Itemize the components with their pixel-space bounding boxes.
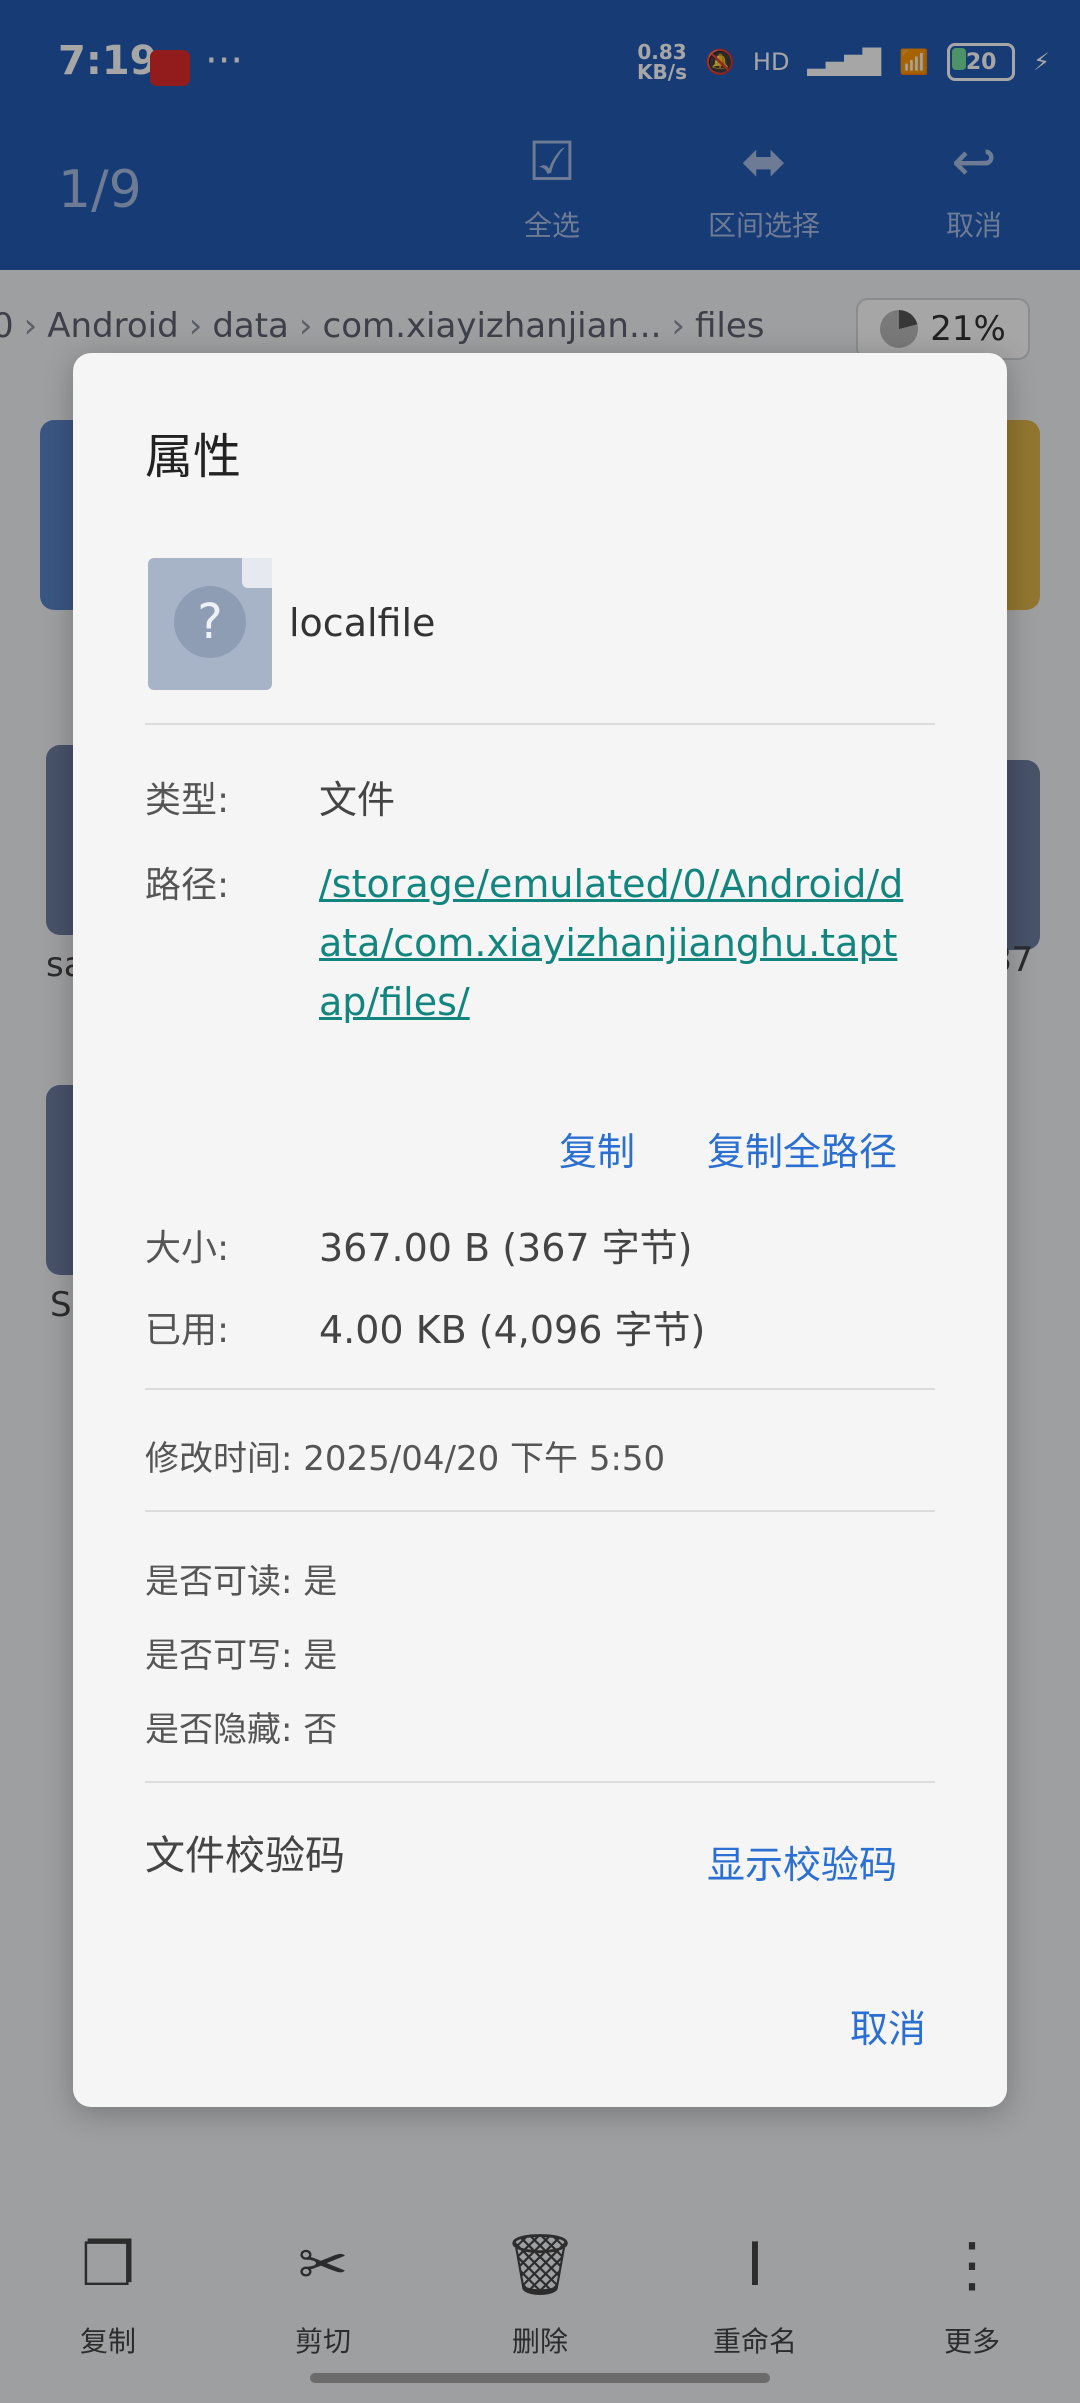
file-name: localfile (289, 601, 436, 645)
used-value: 4.00 KB (4,096 字节) (319, 1308, 706, 1352)
show-checksum-button[interactable]: 显示校验码 (707, 1834, 897, 1889)
readable-status: 是否可读: 是 (145, 1562, 338, 1602)
divider (145, 723, 935, 725)
copy-path-button[interactable]: 复制 (559, 1121, 635, 1176)
divider (145, 1781, 935, 1783)
copy-full-path-button[interactable]: 复制全路径 (707, 1121, 897, 1176)
dialog-title: 属性 (145, 429, 242, 485)
unknown-file-icon: ? (148, 558, 272, 690)
path-label: 路径: (145, 865, 230, 906)
type-label: 类型: (145, 780, 230, 821)
modified-time: 修改时间: 2025/04/20 下午 5:50 (145, 1439, 666, 1479)
hidden-status: 是否隐藏: 否 (145, 1710, 338, 1750)
divider (145, 1510, 935, 1512)
path-link[interactable]: /storage/emulated/0/Android/data/com.xia… (319, 855, 919, 1032)
type-value: 文件 (319, 778, 396, 822)
writable-status: 是否可写: 是 (145, 1636, 338, 1676)
question-mark-icon: ? (174, 586, 246, 658)
dialog-cancel-button[interactable]: 取消 (850, 1998, 926, 2053)
used-label: 已用: (145, 1310, 230, 1351)
divider (145, 1388, 935, 1390)
home-indicator[interactable] (310, 2373, 770, 2383)
properties-dialog: 属性 ? localfile 类型: 文件 路径: /storage/emula… (73, 353, 1007, 2107)
checksum-label: 文件校验码 (145, 1833, 345, 1879)
size-label: 大小: (145, 1228, 230, 1269)
size-value: 367.00 B (367 字节) (319, 1226, 693, 1270)
